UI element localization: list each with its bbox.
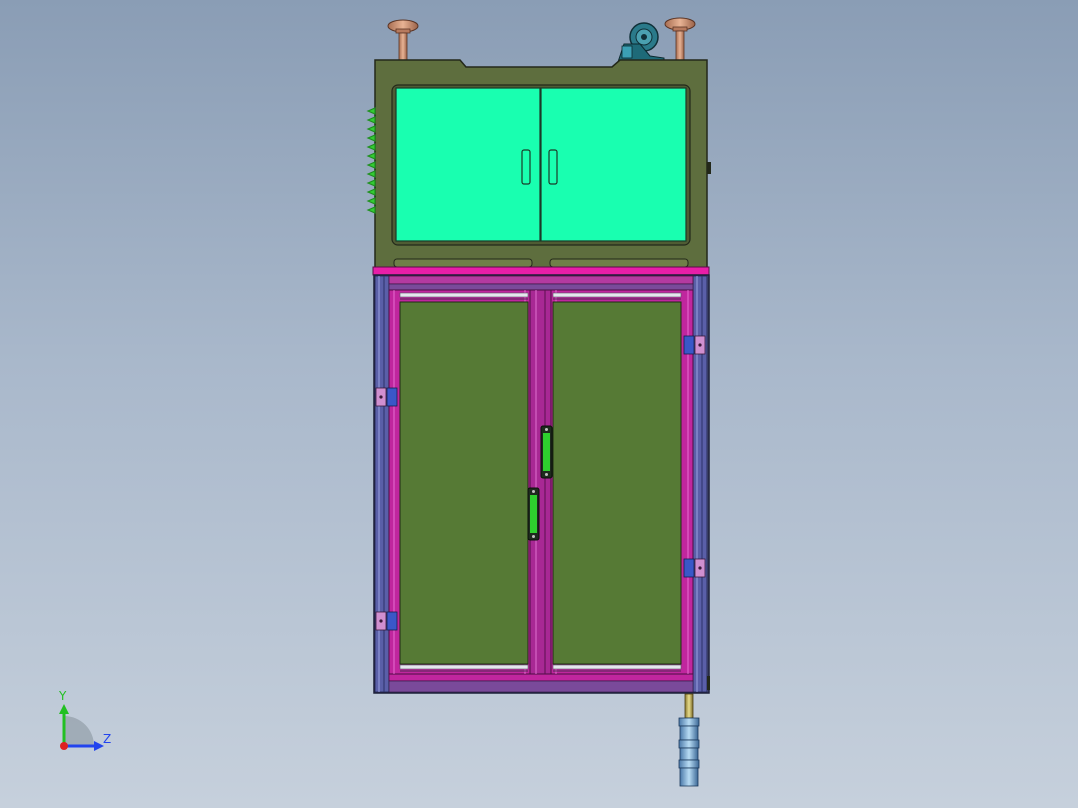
cad-geometry-part [366, 188, 376, 196]
coordinate-triad: Y Z [58, 689, 111, 751]
leveling-foot-left [387, 19, 419, 61]
lower-cabinet [373, 274, 710, 694]
center-mullion [529, 289, 552, 675]
cad-geometry-part [399, 292, 529, 298]
upper-door-left[interactable] [395, 87, 541, 242]
cad-geometry-part [543, 433, 550, 471]
cad-geometry-part [388, 283, 694, 291]
cad-geometry-part [388, 673, 694, 682]
cad-geometry-part [679, 767, 699, 787]
divider-beam [372, 266, 710, 276]
cad-geometry-part [366, 116, 376, 124]
cad-geometry-part [698, 566, 702, 570]
cad-geometry-part [366, 197, 376, 205]
cad-geometry-part [366, 152, 376, 160]
cad-geometry-part [398, 32, 408, 61]
cad-geometry-part [379, 619, 383, 623]
cad-geometry-part [549, 258, 689, 268]
cad-geometry-part [388, 680, 694, 693]
cad-geometry-part [366, 179, 376, 187]
cad-geometry-part [388, 275, 694, 285]
cad-geometry-part [683, 558, 695, 578]
cad-geometry-part [532, 490, 535, 493]
cad-geometry-part [675, 30, 685, 61]
cad-viewport[interactable]: Y Z [0, 0, 1078, 808]
cad-geometry-part [552, 664, 682, 670]
cad-geometry-part [366, 125, 376, 133]
cad-geometry-part [386, 611, 398, 631]
cad-geometry-part [532, 535, 535, 538]
cad-geometry-part [379, 395, 383, 399]
vent-fins [366, 107, 376, 214]
cad-geometry-part [395, 28, 411, 34]
triad-rotation-arc [64, 716, 94, 746]
cad-geometry-part [366, 143, 376, 151]
cad-geometry-part [641, 34, 647, 40]
bottom-leveling-foot [678, 693, 700, 787]
upper-door-right[interactable] [540, 87, 687, 242]
lower-door-left-handle[interactable] [527, 487, 540, 541]
lower-door-right-handle[interactable] [540, 425, 553, 479]
lower-panel-left [399, 301, 529, 665]
cad-geometry-part [707, 162, 711, 174]
cad-geometry-part [545, 473, 548, 476]
cad-geometry-part [366, 170, 376, 178]
cad-geometry-part [672, 26, 688, 32]
cad-geometry-part [366, 161, 376, 169]
y-axis-arrow-icon [59, 704, 69, 714]
cad-geometry-part [678, 717, 700, 727]
cad-geometry-part [698, 343, 702, 347]
y-axis-label: Y [58, 689, 67, 703]
z-axis-label: Z [103, 732, 111, 746]
lower-panel-right [552, 301, 682, 665]
cad-geometry-part [399, 664, 529, 670]
cad-geometry-part [386, 387, 398, 407]
cad-geometry-part [679, 747, 699, 761]
triad-origin-icon [60, 742, 68, 750]
cad-geometry-part [545, 428, 548, 431]
upper-cabinet [366, 59, 711, 271]
cad-geometry-part [366, 206, 376, 214]
cad-geometry-part [678, 739, 700, 749]
cad-geometry-part [552, 292, 682, 298]
cad-geometry-part [530, 495, 537, 533]
cad-geometry-part [393, 258, 533, 268]
cad-geometry-part [707, 676, 710, 690]
caster-wheel [617, 22, 665, 63]
cad-geometry-part [684, 693, 694, 719]
cad-geometry-part [621, 45, 633, 59]
cad-geometry-part [678, 759, 700, 769]
cad-geometry-part [366, 134, 376, 142]
leveling-foot-right [664, 17, 696, 61]
cad-geometry-part [366, 107, 376, 115]
cad-geometry-part [683, 335, 695, 355]
cad-geometry-part [679, 725, 699, 741]
